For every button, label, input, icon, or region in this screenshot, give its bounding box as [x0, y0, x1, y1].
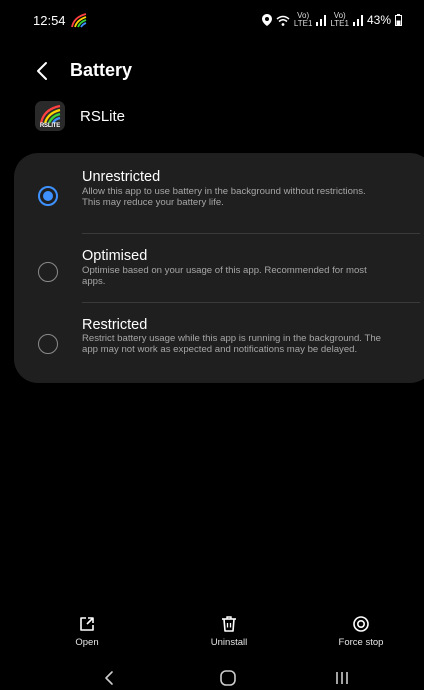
header: Battery: [0, 56, 424, 88]
battery-percent: 43%: [366, 13, 391, 27]
network-type-2: Vo) LTE1: [330, 11, 349, 28]
option-restricted[interactable]: Restricted Restrict battery usage while …: [14, 302, 424, 383]
open-external-icon: [80, 617, 94, 631]
option-description: Optimise based on your usage of this app…: [82, 265, 367, 287]
app-icon-label: RSLITE: [39, 123, 61, 129]
nav-back-icon[interactable]: [98, 668, 122, 688]
radio-unselected-icon[interactable]: [38, 262, 58, 282]
uninstall-label: Uninstall: [210, 637, 248, 648]
option-unrestricted[interactable]: Unrestricted Allow this app to use batte…: [14, 153, 424, 233]
page-title: Battery: [70, 60, 133, 80]
radio-selected-icon[interactable]: [38, 186, 58, 206]
option-description: Restrict battery usage while this app is…: [82, 333, 381, 355]
force-stop-label: Force stop: [338, 637, 384, 648]
status-bar: 12:54 Vo) LTE1 Vo) LTE1 43%: [0, 0, 424, 34]
wifi-icon: [276, 15, 290, 26]
signal-icon-2: [352, 14, 363, 26]
force-stop-icon: [353, 616, 369, 632]
signal-icon-1: [316, 14, 327, 26]
app-name: RSLite: [80, 108, 126, 125]
app-info-row: RSLITE RSLite: [0, 101, 424, 133]
network-type-1: Vo) LTE1: [293, 11, 313, 28]
uninstall-button[interactable]: Uninstall: [184, 615, 274, 648]
status-time: 12:54: [33, 13, 66, 28]
battery-icon: [395, 14, 402, 26]
trash-icon: [222, 616, 236, 632]
radio-unselected-icon[interactable]: [38, 334, 58, 354]
nav-recents-icon[interactable]: [330, 668, 354, 688]
open-label: Open: [75, 637, 99, 648]
rainbow-app-icon: [71, 13, 87, 28]
option-title: Unrestricted: [82, 169, 161, 185]
nav-home-icon[interactable]: [216, 668, 240, 688]
location-icon: [261, 14, 272, 26]
option-title: Optimised: [82, 248, 148, 264]
option-title: Restricted: [82, 317, 148, 333]
option-optimised[interactable]: Optimised Optimise based on your usage o…: [14, 233, 424, 302]
battery-settings-screen: 12:54 Vo) LTE1 Vo) LTE1 43% Battery RSLI…: [0, 0, 424, 690]
chevron-left-icon[interactable]: [30, 58, 56, 84]
option-description: Allow this app to use battery in the bac…: [82, 186, 366, 208]
force-stop-button[interactable]: Force stop: [316, 615, 406, 648]
status-indicators: Vo) LTE1 Vo) LTE1 43%: [261, 11, 402, 28]
app-action-bar: Open Uninstall Force stop: [0, 615, 424, 655]
system-nav-bar: [0, 668, 424, 690]
open-button[interactable]: Open: [42, 615, 132, 648]
app-icon: RSLITE: [35, 101, 65, 131]
battery-options-card: Unrestricted Allow this app to use batte…: [14, 153, 424, 383]
